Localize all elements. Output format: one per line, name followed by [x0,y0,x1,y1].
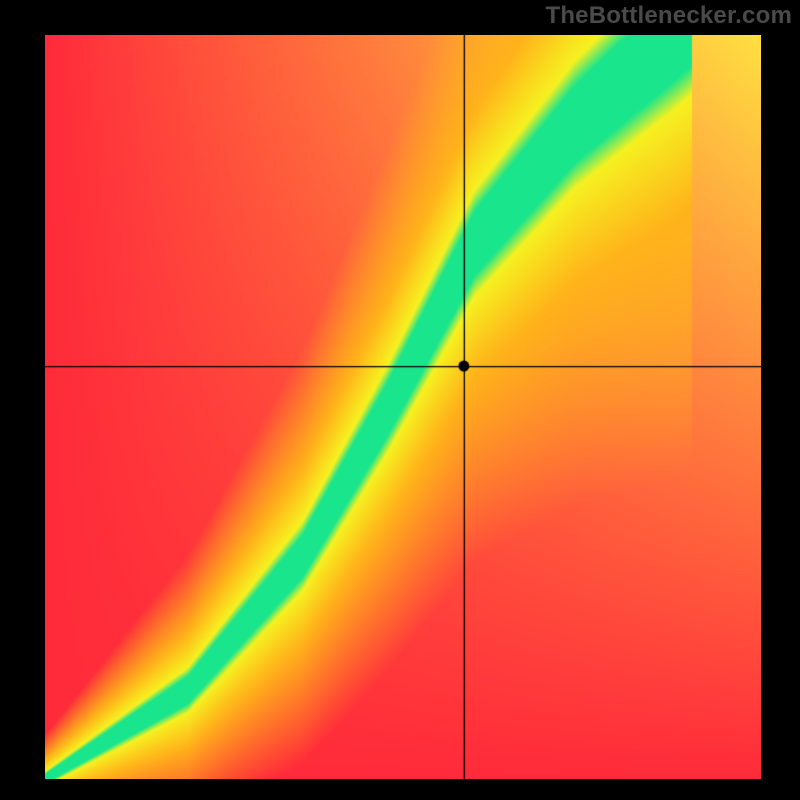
chart-frame: TheBottlenecker.com [0,0,800,800]
watermark-label: TheBottlenecker.com [545,2,792,30]
heatmap-canvas [45,35,761,779]
heatmap-plot [45,35,761,779]
